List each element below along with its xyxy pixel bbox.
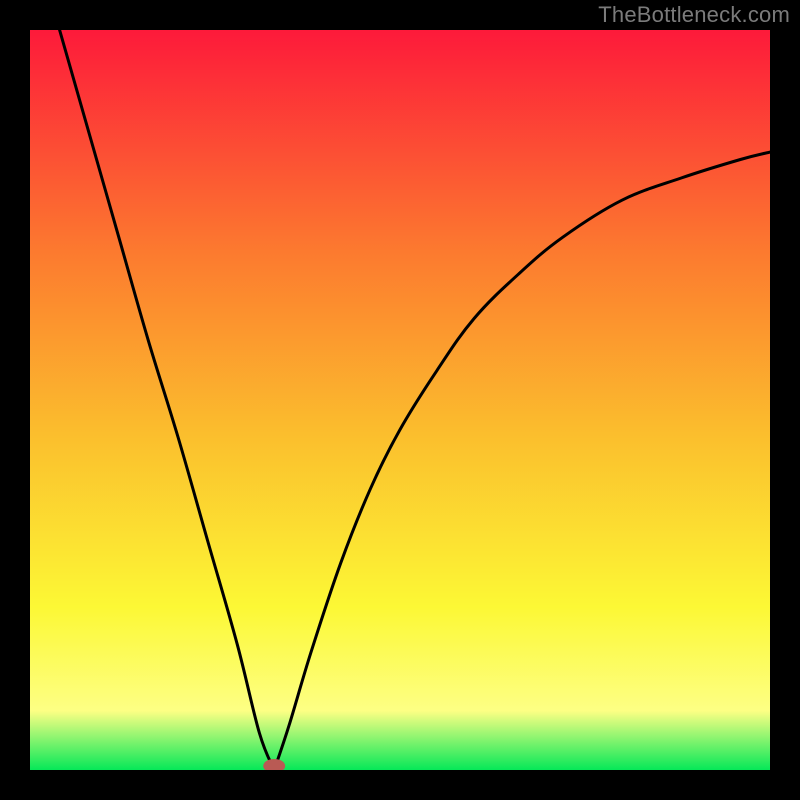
gradient-background: [30, 30, 770, 770]
watermark-text: TheBottleneck.com: [598, 2, 790, 28]
bottleneck-chart: [30, 30, 770, 770]
chart-frame: TheBottleneck.com: [0, 0, 800, 800]
